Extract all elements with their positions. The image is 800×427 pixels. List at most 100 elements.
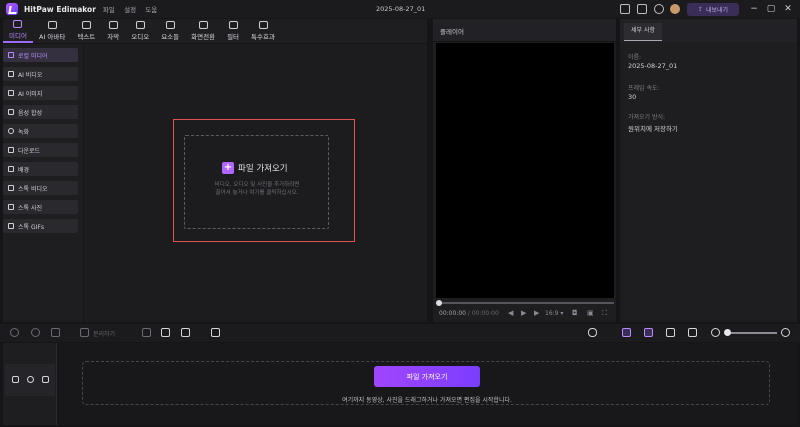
subtitle-icon	[108, 21, 118, 29]
sidebar-item-stock-video[interactable]: 스톡 비디오	[3, 181, 78, 195]
zoom-slider-track[interactable]	[727, 332, 777, 334]
transition-icon	[198, 21, 208, 29]
close-icon[interactable]: ✕	[783, 4, 793, 14]
tab-ai-avatar[interactable]: AI 아바타	[33, 19, 71, 43]
app-name: HitPaw Edimakor	[24, 4, 96, 14]
message-icon[interactable]	[637, 4, 647, 14]
plus-icon: +	[222, 162, 234, 174]
record-icon	[8, 128, 14, 134]
field-name-value: 2025-08-27_01	[628, 62, 678, 70]
timeline-toolbar	[0, 324, 800, 342]
tab-media[interactable]: 미디어	[3, 19, 33, 43]
text-icon	[81, 21, 91, 29]
tab-filter[interactable]: 필터	[221, 19, 245, 43]
player-title: 플레이어	[440, 28, 464, 36]
stock-video-icon	[8, 185, 14, 191]
sidebar-item-stock-gifs[interactable]: 스톡 GIFs	[3, 219, 78, 233]
field-import-mode-label: 가져오기 방식:	[628, 114, 666, 121]
tab-text[interactable]: 텍스트	[71, 19, 101, 43]
play-icon[interactable]: ▶	[521, 309, 526, 317]
audio-icon	[135, 21, 145, 29]
effects-icon	[258, 21, 268, 29]
media-import-button[interactable]: + 파일 가져오기	[222, 162, 288, 174]
magnet-icon[interactable]	[622, 328, 631, 337]
zoom-in-icon[interactable]	[781, 328, 790, 337]
track-link-icon[interactable]	[644, 328, 653, 337]
crossfade-icon[interactable]	[181, 328, 190, 337]
player-time: 00:00:00 / 00:00:00	[439, 310, 499, 317]
player-progress-handle[interactable]	[436, 300, 442, 306]
snapshot-icon[interactable]	[211, 328, 220, 337]
camera-icon[interactable]: ◘	[572, 309, 578, 317]
ai-image-icon	[8, 90, 14, 96]
undo-icon[interactable]	[10, 328, 19, 337]
menu-settings[interactable]: 설정	[124, 6, 136, 14]
sidebar-item-stock-photo[interactable]: 스톡 사진	[3, 200, 78, 214]
text-template-icon[interactable]	[161, 328, 170, 337]
background-icon	[8, 166, 14, 172]
maximize-icon[interactable]: ▢	[766, 4, 776, 14]
scissors-icon[interactable]	[80, 328, 89, 337]
export-button[interactable]: ⇪ 내보내기	[687, 3, 739, 16]
lock-icon[interactable]	[12, 376, 19, 383]
timeline-import-button[interactable]: 파일 가져오기	[374, 366, 480, 387]
eye-icon[interactable]	[27, 376, 34, 383]
aspect-ratio-select[interactable]: 16:9 ▾	[545, 310, 563, 317]
gif-icon	[8, 223, 14, 229]
sidebar-item-background[interactable]: 배경	[3, 162, 78, 176]
tab-transition[interactable]: 화면전환	[185, 19, 221, 43]
sidebar-item-local-media[interactable]: 로컬 미디어	[3, 48, 78, 62]
avatar[interactable]	[670, 4, 680, 14]
voice-icon	[8, 109, 14, 115]
media-import-label: 파일 가져오기	[238, 164, 288, 174]
minimize-icon[interactable]: −	[749, 4, 759, 14]
export-label: 내보내기	[705, 7, 729, 14]
tab-effects[interactable]: 특수효과	[245, 19, 281, 43]
tab-details[interactable]: 세부 사항	[624, 23, 662, 41]
field-import-mode-value: 원위치에 저장하기	[628, 125, 678, 133]
elements-icon	[165, 21, 175, 29]
sidebar-item-voice-synthesis[interactable]: 음성 합성	[3, 105, 78, 119]
speaker-icon[interactable]	[42, 376, 49, 383]
sidebar-item-record[interactable]: 녹화	[3, 124, 78, 138]
menu-help[interactable]: 도움	[145, 6, 157, 14]
previous-frame-icon[interactable]: ◀	[508, 309, 513, 317]
media-icon	[13, 20, 23, 28]
menu-bar: 파일 설정 도움	[96, 4, 157, 14]
next-frame-icon[interactable]: ▶	[534, 309, 539, 317]
link-icon[interactable]	[666, 328, 675, 337]
microphone-icon[interactable]	[588, 328, 597, 337]
download-icon[interactable]	[654, 4, 664, 14]
app-logo-icon	[6, 3, 18, 15]
fullscreen-icon[interactable]: ⛶	[602, 309, 607, 318]
field-framerate-label: 프레임 속도:	[628, 85, 660, 92]
crop-icon[interactable]: ▣	[587, 309, 594, 317]
tab-subtitle[interactable]: 자막	[101, 19, 125, 43]
menu-file[interactable]: 파일	[103, 6, 115, 14]
redo-icon[interactable]	[31, 328, 40, 337]
field-name-label: 이름:	[628, 54, 642, 61]
player-progress-bar[interactable]	[439, 302, 614, 304]
field-framerate-value: 30	[628, 93, 637, 101]
ai-video-icon	[8, 71, 14, 77]
fit-timeline-icon[interactable]	[688, 328, 697, 337]
zoom-out-icon[interactable]	[711, 328, 720, 337]
split-label[interactable]: 분리하기	[93, 329, 115, 338]
stock-photo-icon	[8, 204, 14, 210]
sidebar-item-ai-video[interactable]: AI 비디오	[3, 67, 78, 81]
tab-audio[interactable]: 오디오	[125, 19, 155, 43]
main-toolbar: 미디어 AI 아바타 텍스트 자막 오디오 요소들 화면전환 필터 특수효과	[3, 19, 427, 43]
delete-icon[interactable]	[51, 328, 60, 337]
avatar-icon	[47, 21, 57, 29]
timeline-drop-hint: 여기까지 동영상, 사진을 드래그하거나 가져오면 편집을 시작합니다.	[342, 397, 512, 404]
shield-icon[interactable]	[142, 328, 151, 337]
monitor-icon[interactable]	[620, 4, 630, 14]
project-name: 2025-08-27_01	[376, 5, 426, 13]
tab-elements[interactable]: 요소들	[155, 19, 185, 43]
sidebar-item-download[interactable]: 다운로드	[3, 143, 78, 157]
download-icon	[8, 147, 14, 153]
folder-icon	[8, 52, 14, 58]
upload-icon: ⇪	[697, 6, 703, 13]
zoom-slider-handle[interactable]	[724, 329, 731, 336]
sidebar-item-ai-image[interactable]: AI 이미지	[3, 86, 78, 100]
